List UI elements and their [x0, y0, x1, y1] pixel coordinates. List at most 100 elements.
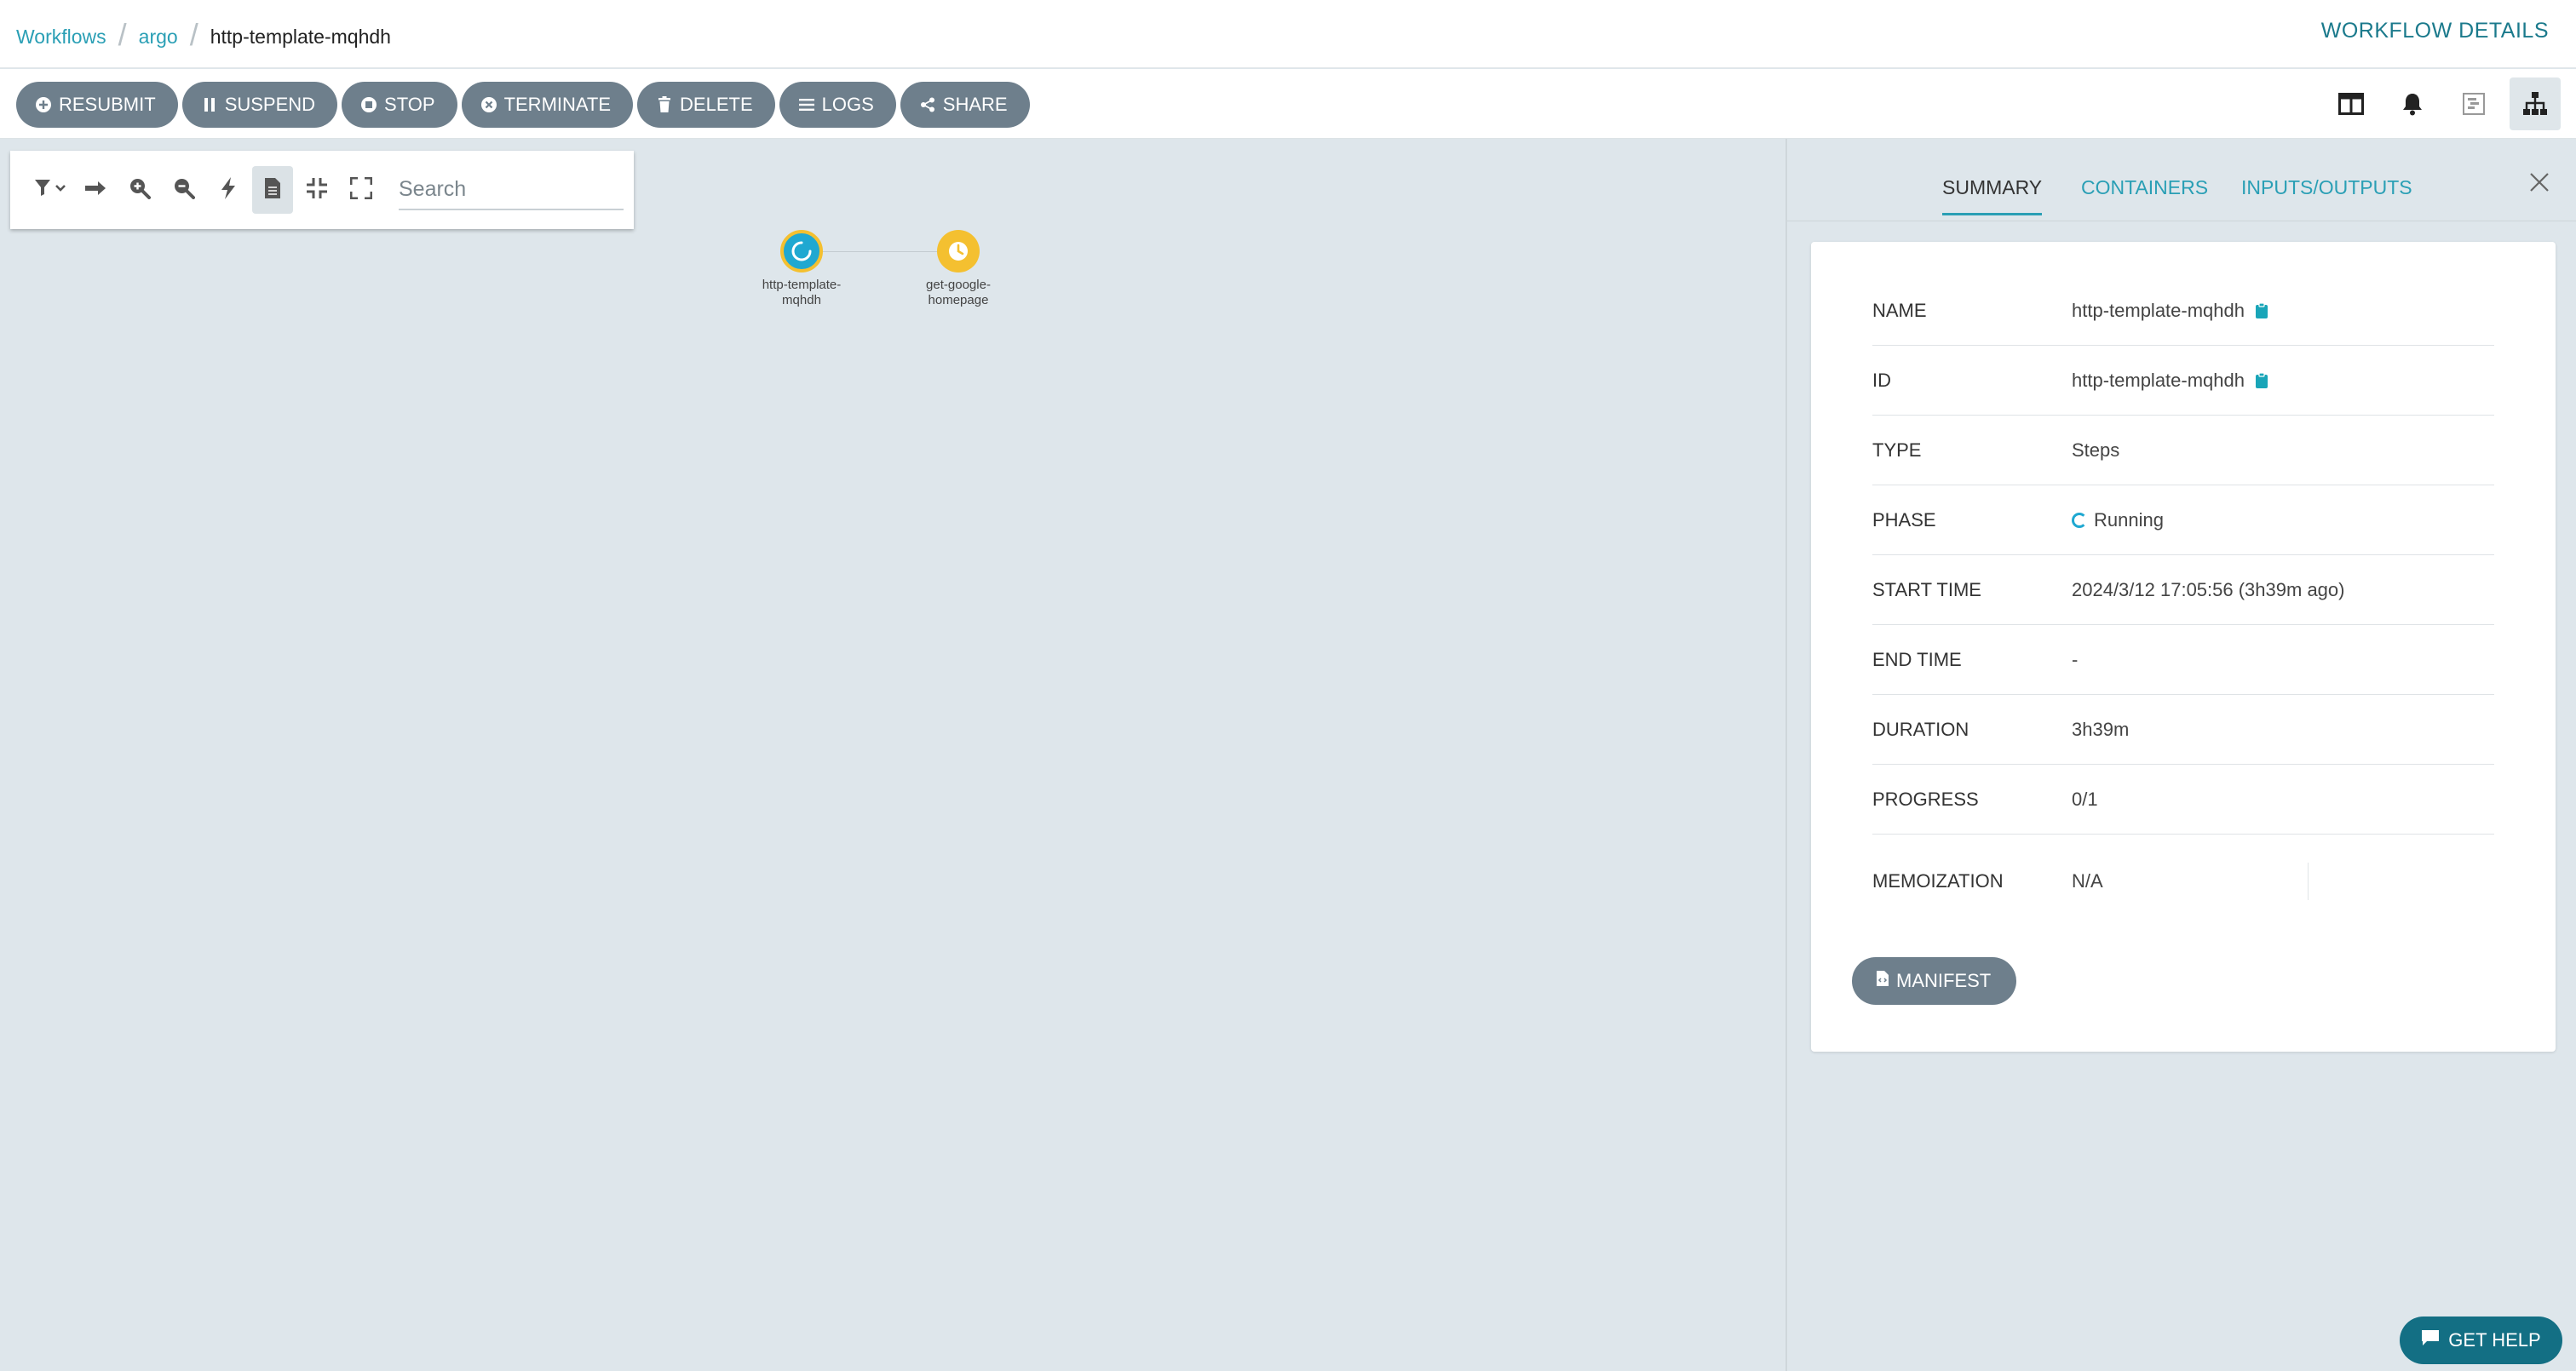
filter-dropdown[interactable] — [31, 166, 72, 214]
breadcrumb-namespace[interactable]: argo — [139, 26, 178, 49]
logs-label: LOGS — [821, 94, 874, 115]
close-panel-button[interactable] — [2525, 168, 2554, 197]
node-label-line: http-template- — [762, 278, 842, 292]
divider — [2307, 863, 2309, 900]
file-icon — [264, 177, 281, 204]
workflow-tree-icon[interactable] — [2510, 77, 2561, 130]
zoom-in-icon — [129, 177, 151, 204]
bolt-icon — [220, 176, 237, 204]
stop-button[interactable]: STOP — [342, 82, 457, 128]
row-value: - — [2072, 648, 2079, 670]
row-key: END TIME — [1872, 648, 1962, 670]
row-value: 0/1 — [2072, 788, 2098, 810]
node-label: get-google- homepage — [926, 278, 991, 308]
tab-inputs-outputs[interactable]: INPUTS/OUTPUTS — [2241, 176, 2412, 213]
graph-node-http-template-mqhdh[interactable]: http-template- mqhdh — [742, 230, 861, 308]
file-code-icon — [1876, 970, 1889, 992]
arrow-right-icon — [84, 180, 106, 201]
node-label: http-template- mqhdh — [762, 278, 842, 308]
stop-label: STOP — [384, 94, 435, 115]
zoom-out-button[interactable] — [164, 166, 204, 214]
bell-icon[interactable] — [2387, 77, 2438, 130]
close-icon — [2530, 173, 2549, 192]
zoom-out-icon — [173, 177, 195, 204]
summary-row-start-time: START TIME 2024/3/12 17:05:56 (3h39m ago… — [1872, 555, 2494, 625]
suspend-button[interactable]: SUSPEND — [181, 82, 338, 128]
row-key: ID — [1872, 369, 1891, 391]
breadcrumb-workflows[interactable]: Workflows — [16, 26, 106, 49]
fit-screen-button[interactable] — [341, 166, 382, 214]
plus-circle-icon — [35, 96, 52, 113]
clipboard-icon[interactable] — [2255, 301, 2268, 319]
clipboard-icon[interactable] — [2255, 371, 2268, 389]
logs-button[interactable]: LOGS — [779, 82, 896, 128]
summary-row-phase: PHASE Running — [1872, 485, 2494, 555]
breadcrumb-separator: / — [189, 17, 198, 52]
graph-search-input[interactable] — [399, 169, 624, 210]
spinner-icon — [791, 241, 812, 261]
direction-button[interactable] — [75, 166, 116, 214]
row-value: Steps — [2072, 439, 2120, 461]
tab-containers[interactable]: CONTAINERS — [2081, 176, 2208, 213]
summary-row-type: TYPE Steps — [1872, 416, 2494, 485]
row-key: DURATION — [1872, 718, 1969, 740]
node-label-line: homepage — [928, 293, 989, 307]
fast-render-button[interactable] — [208, 166, 249, 214]
get-help-button[interactable]: GET HELP — [2400, 1317, 2562, 1364]
tab-summary[interactable]: SUMMARY — [1942, 176, 2043, 215]
summary-table: NAME http-template-mqhdh ID http-templat… — [1872, 276, 2494, 928]
breadcrumb-separator: / — [118, 17, 127, 52]
row-key: PHASE — [1872, 508, 1936, 531]
workflow-name: http-template-mqhdh — [2072, 299, 2245, 321]
split-panel-icon[interactable] — [2326, 77, 2377, 130]
view-switcher — [2326, 77, 2561, 130]
workflow-graph[interactable]: http-template- mqhdh get-google- homepag… — [0, 139, 1785, 1371]
zoom-in-button[interactable] — [119, 166, 160, 214]
row-key: MEMOIZATION — [1872, 870, 2004, 892]
manifest-button[interactable]: MANIFEST — [1852, 957, 2017, 1005]
manifest-label: MANIFEST — [1896, 970, 1992, 991]
node-label-line: mqhdh — [782, 293, 821, 307]
running-icon — [2072, 512, 2087, 528]
row-value: 2024/3/12 17:05:56 (3h39m ago) — [2072, 578, 2345, 600]
action-bar: RESUBMIT SUSPEND STOP TERMINATE DELETE L… — [0, 69, 2576, 139]
row-key: TYPE — [1872, 439, 1922, 461]
summary-row-memoization: MEMOIZATION N/A — [1872, 835, 2494, 928]
summary-row-duration: DURATION 3h39m — [1872, 695, 2494, 765]
terminate-button[interactable]: TERMINATE — [461, 82, 634, 128]
top-bar: Workflows / argo / http-template-mqhdh W… — [0, 0, 2576, 68]
terminate-label: TERMINATE — [503, 94, 612, 115]
resubmit-button[interactable]: RESUBMIT — [16, 82, 178, 128]
row-key: NAME — [1872, 299, 1927, 321]
workflow-id: http-template-mqhdh — [2072, 369, 2245, 391]
row-value: N/A — [2072, 870, 2103, 892]
row-value: Running — [2072, 509, 2164, 531]
row-key: PROGRESS — [1872, 788, 1979, 810]
times-circle-icon — [480, 96, 497, 113]
workflow-actions: RESUBMIT SUSPEND STOP TERMINATE DELETE L… — [16, 82, 1030, 128]
clock-icon — [949, 242, 968, 261]
collapse-button[interactable] — [296, 166, 337, 214]
share-button[interactable]: SHARE — [900, 82, 1030, 128]
graph-node-get-google-homepage[interactable]: get-google- homepage — [899, 230, 1018, 308]
graph-toolbar — [10, 151, 634, 229]
expand-icon — [349, 176, 373, 204]
summary-card: NAME http-template-mqhdh ID http-templat… — [1811, 242, 2556, 1052]
summary-row-id: ID http-template-mqhdh — [1872, 346, 2494, 416]
page-title: WORKFLOW DETAILS — [2320, 19, 2549, 43]
running-node-circle — [780, 230, 823, 272]
show-artifacts-button[interactable] — [252, 166, 293, 214]
timeline-icon[interactable] — [2448, 77, 2499, 130]
stop-circle-icon — [360, 96, 377, 113]
delete-button[interactable]: DELETE — [637, 82, 775, 128]
summary-row-end-time: END TIME - — [1872, 625, 2494, 695]
breadcrumb: Workflows / argo / http-template-mqhdh — [16, 17, 391, 54]
row-value: http-template-mqhdh — [2072, 370, 2268, 392]
comment-icon — [2421, 1329, 2440, 1351]
summary-row-progress: PROGRESS 0/1 — [1872, 765, 2494, 835]
pending-node-circle — [937, 230, 980, 272]
phase-value: Running — [2094, 508, 2164, 531]
filter-icon — [34, 178, 68, 203]
delete-label: DELETE — [680, 94, 753, 115]
breadcrumb-current: http-template-mqhdh — [210, 25, 391, 48]
